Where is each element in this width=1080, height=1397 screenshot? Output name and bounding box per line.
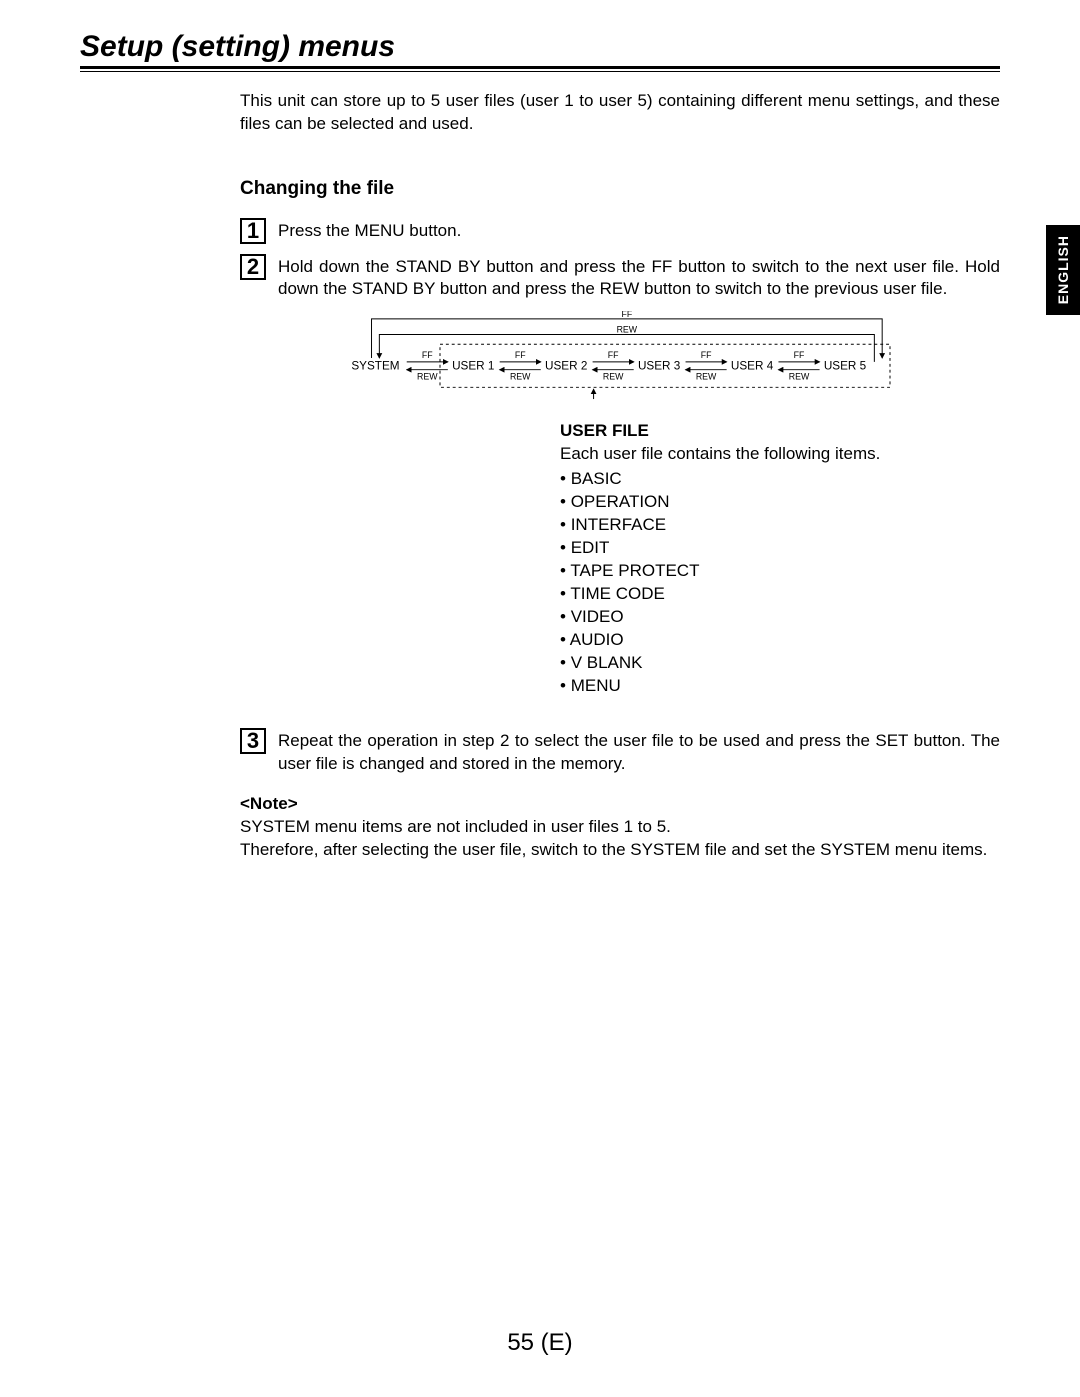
diagram-top-ff-label: FF: [621, 311, 632, 319]
user-file-item: VIDEO: [560, 606, 1000, 629]
diagram-ff-5: FF: [794, 350, 805, 360]
step-number-1: 1: [240, 218, 266, 244]
page-number: 55 (E): [0, 1329, 1080, 1357]
user-file-item: AUDIO: [560, 629, 1000, 652]
diagram-top-rew-label: REW: [617, 325, 638, 335]
page-title: Setup (setting) menus: [80, 30, 1000, 64]
title-rule-thin: [80, 71, 1000, 72]
diagram-node-system: SYSTEM: [351, 360, 399, 373]
diagram-node-user2: USER 2: [545, 360, 587, 373]
user-file-item: BASIC: [560, 468, 1000, 491]
diagram-svg: FF REW SYSTEM USER 1 USER 2 USER 3 USER …: [340, 311, 900, 401]
diagram-rew-1: REW: [417, 372, 438, 382]
step-1-text: Press the MENU button.: [278, 218, 1000, 243]
diagram-ff-2: FF: [515, 350, 526, 360]
step-2-text: Hold down the STAND BY button and press …: [278, 254, 1000, 302]
diagram-rew-2: REW: [510, 372, 531, 382]
language-tab-label: ENGLISH: [1055, 235, 1071, 304]
subheading-changing-file: Changing the file: [240, 176, 1000, 202]
diagram-rew-4: REW: [696, 372, 717, 382]
step-3-text: Repeat the operation in step 2 to select…: [278, 728, 1000, 776]
user-file-block: USER FILE Each user file contains the fo…: [560, 420, 1000, 697]
user-file-item: INTERFACE: [560, 514, 1000, 537]
user-file-diagram: FF REW SYSTEM USER 1 USER 2 USER 3 USER …: [340, 311, 1000, 408]
user-file-item: TIME CODE: [560, 583, 1000, 606]
diagram-node-user3: USER 3: [638, 360, 680, 373]
step-number-2: 2: [240, 254, 266, 280]
step-number-3: 3: [240, 728, 266, 754]
intro-text: This unit can store up to 5 user files (…: [240, 90, 1000, 136]
diagram-rew-5: REW: [789, 372, 810, 382]
step-3: 3 Repeat the operation in step 2 to sele…: [240, 728, 1000, 776]
user-file-desc: Each user file contains the following it…: [560, 443, 1000, 466]
user-file-item: OPERATION: [560, 491, 1000, 514]
step-1: 1 Press the MENU button.: [240, 218, 1000, 244]
title-rule-thick: [80, 66, 1000, 69]
note-line-2: Therefore, after selecting the user file…: [240, 839, 1000, 862]
user-file-item: MENU: [560, 675, 1000, 698]
diagram-node-user5: USER 5: [824, 360, 867, 373]
step-2: 2 Hold down the STAND BY button and pres…: [240, 254, 1000, 302]
diagram-node-user1: USER 1: [452, 360, 494, 373]
diagram-node-user4: USER 4: [731, 360, 774, 373]
language-tab: ENGLISH: [1046, 225, 1080, 315]
user-file-title: USER FILE: [560, 420, 1000, 443]
note-line-1: SYSTEM menu items are not included in us…: [240, 816, 1000, 839]
user-file-item: V BLANK: [560, 652, 1000, 675]
user-file-list: BASIC OPERATION INTERFACE EDIT TAPE PROT…: [560, 468, 1000, 697]
note-title: <Note>: [240, 793, 1000, 816]
diagram-ff-1: FF: [422, 350, 433, 360]
user-file-item: EDIT: [560, 537, 1000, 560]
diagram-rew-3: REW: [603, 372, 624, 382]
diagram-ff-3: FF: [608, 350, 619, 360]
diagram-ff-4: FF: [701, 350, 712, 360]
user-file-item: TAPE PROTECT: [560, 560, 1000, 583]
